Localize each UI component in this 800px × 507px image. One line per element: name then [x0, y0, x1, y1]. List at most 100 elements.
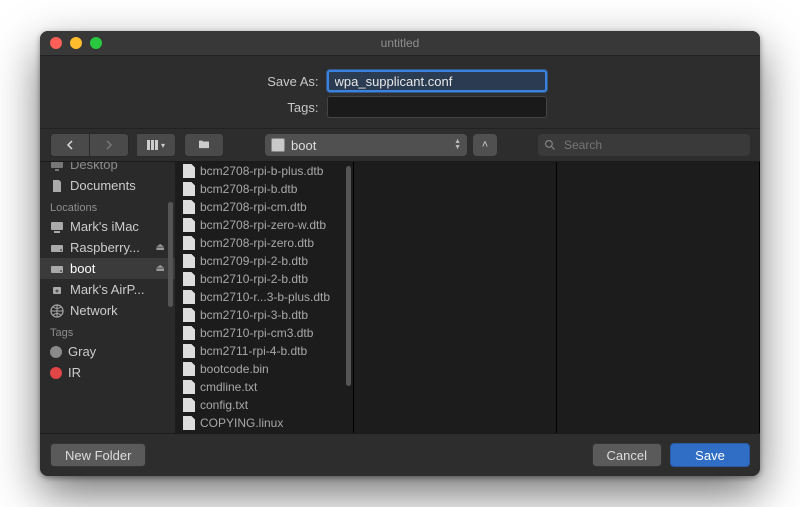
save-as-label: Save As:	[254, 74, 319, 89]
sidebar-header-locations: Locations	[40, 196, 175, 216]
cancel-label: Cancel	[607, 448, 647, 463]
file-icon	[183, 236, 195, 250]
filename-input[interactable]	[327, 70, 547, 92]
file-icon	[183, 164, 195, 178]
titlebar: untitled	[40, 31, 760, 56]
file-name: COPYING.linux	[200, 416, 283, 430]
file-column-empty-1	[354, 162, 557, 433]
file-name: config.txt	[200, 398, 248, 412]
computer-icon	[50, 220, 64, 234]
window-title: untitled	[381, 36, 420, 50]
file-icon	[183, 272, 195, 286]
action-menu-button[interactable]	[184, 133, 224, 157]
sidebar-item-label: Mark's iMac	[70, 219, 139, 234]
file-name: bcm2710-rpi-3-b.dtb	[200, 308, 308, 322]
network-icon	[50, 304, 64, 318]
save-button[interactable]: Save	[670, 443, 750, 467]
back-button[interactable]	[50, 133, 90, 157]
documents-icon	[50, 179, 64, 193]
file-name: bcm2710-rpi-cm3.dtb	[200, 326, 313, 340]
cancel-button[interactable]: Cancel	[592, 443, 662, 467]
sidebar-item-documents[interactable]: Documents	[40, 175, 175, 196]
eject-icon[interactable]: ⏏	[156, 263, 165, 274]
chevron-down-icon: ▾	[161, 141, 165, 150]
file-item[interactable]: bcm2710-r...3-b-plus.dtb	[175, 288, 353, 306]
new-folder-button[interactable]: New Folder	[50, 443, 146, 467]
file-name: cmdline.txt	[200, 380, 257, 394]
columns-icon	[147, 140, 158, 150]
file-item[interactable]: bootcode.bin	[175, 360, 353, 378]
file-item[interactable]: config.txt	[175, 396, 353, 414]
sidebar-item-raspberry-[interactable]: Raspberry... ⏏	[40, 237, 175, 258]
file-icon	[183, 254, 195, 268]
sidebar-item-mark-s-airp-[interactable]: Mark's AirP...	[40, 279, 175, 300]
file-item[interactable]: bcm2708-rpi-zero.dtb	[175, 234, 353, 252]
file-scrollbar[interactable]	[346, 166, 351, 386]
drive-icon	[50, 262, 64, 276]
zoom-window-icon[interactable]	[90, 37, 102, 49]
folder-icon	[197, 139, 211, 152]
file-name: bcm2710-r...3-b-plus.dtb	[200, 290, 330, 304]
file-icon	[183, 326, 195, 340]
file-item[interactable]: bcm2708-rpi-zero-w.dtb	[175, 216, 353, 234]
file-icon	[183, 380, 195, 394]
sidebar-item-label: Desktop	[70, 162, 118, 172]
sidebar: Desktop Documents Locations Mark's iMac Ra…	[40, 162, 175, 433]
sidebar-scrollbar[interactable]	[168, 202, 173, 307]
file-item[interactable]: cmdline.txt	[175, 378, 353, 396]
location-label: boot	[291, 138, 316, 153]
search-field[interactable]	[538, 134, 750, 156]
file-name: bcm2709-rpi-2-b.dtb	[200, 254, 308, 268]
search-input[interactable]	[562, 137, 744, 153]
sidebar-item-label: Network	[70, 303, 118, 318]
bottom-bar: New Folder Cancel Save	[40, 433, 760, 476]
sidebar-item-label: Mark's AirP...	[70, 282, 144, 297]
file-item[interactable]: COPYING.linux	[175, 414, 353, 432]
file-item[interactable]: bcm2710-rpi-2-b.dtb	[175, 270, 353, 288]
close-window-icon[interactable]	[50, 37, 62, 49]
view-mode-button[interactable]: ▾	[137, 133, 176, 157]
file-column-empty-2	[557, 162, 760, 433]
sidebar-tag-ir[interactable]: IR	[40, 362, 175, 383]
tags-input[interactable]	[327, 96, 547, 118]
sidebar-item-mark-s-imac[interactable]: Mark's iMac	[40, 216, 175, 237]
sidebar-item-label: Raspberry...	[70, 240, 140, 255]
nav-group	[50, 133, 129, 157]
file-icon	[183, 290, 195, 304]
toolbar: ▾ boot ▲▼ ˄	[40, 129, 760, 162]
sidebar-item-desktop[interactable]: Desktop	[40, 162, 175, 175]
disk-icon	[271, 138, 285, 152]
file-item[interactable]: bcm2710-rpi-cm3.dtb	[175, 324, 353, 342]
traffic-lights	[50, 37, 102, 49]
file-item[interactable]: fixup_cd.dat	[175, 432, 353, 433]
file-name: bcm2708-rpi-cm.dtb	[200, 200, 307, 214]
file-item[interactable]: bcm2708-rpi-cm.dtb	[175, 198, 353, 216]
file-name: bootcode.bin	[200, 362, 269, 376]
file-icon	[183, 218, 195, 232]
file-item[interactable]: bcm2708-rpi-b.dtb	[175, 180, 353, 198]
file-item[interactable]: bcm2710-rpi-3-b.dtb	[175, 306, 353, 324]
parent-folder-button[interactable]: ˄	[473, 134, 497, 156]
file-icon	[183, 182, 195, 196]
save-dialog: untitled Save As: Tags:	[40, 31, 760, 476]
file-item[interactable]: bcm2711-rpi-4-b.dtb	[175, 342, 353, 360]
file-item[interactable]: bcm2709-rpi-2-b.dtb	[175, 252, 353, 270]
file-browser: Desktop Documents Locations Mark's iMac Ra…	[40, 162, 760, 433]
sidebar-item-network[interactable]: Network	[40, 300, 175, 321]
search-icon	[544, 139, 556, 151]
sidebar-item-boot[interactable]: boot⏏	[40, 258, 175, 279]
sidebar-tag-gray[interactable]: Gray	[40, 341, 175, 362]
location-popup[interactable]: boot ▲▼	[265, 134, 467, 156]
minimize-window-icon[interactable]	[70, 37, 82, 49]
file-name: bcm2708-rpi-b-plus.dtb	[200, 164, 323, 178]
file-name: bcm2708-rpi-zero.dtb	[200, 236, 314, 250]
eject-icon[interactable]: ⏏	[156, 242, 165, 253]
file-icon	[183, 416, 195, 430]
drive-icon	[50, 241, 64, 255]
save-label: Save	[695, 448, 725, 463]
new-folder-label: New Folder	[65, 448, 131, 463]
file-item[interactable]: bcm2708-rpi-b-plus.dtb	[175, 162, 353, 180]
forward-button[interactable]	[90, 133, 129, 157]
file-icon	[183, 398, 195, 412]
chevron-up-icon: ˄	[482, 139, 488, 151]
